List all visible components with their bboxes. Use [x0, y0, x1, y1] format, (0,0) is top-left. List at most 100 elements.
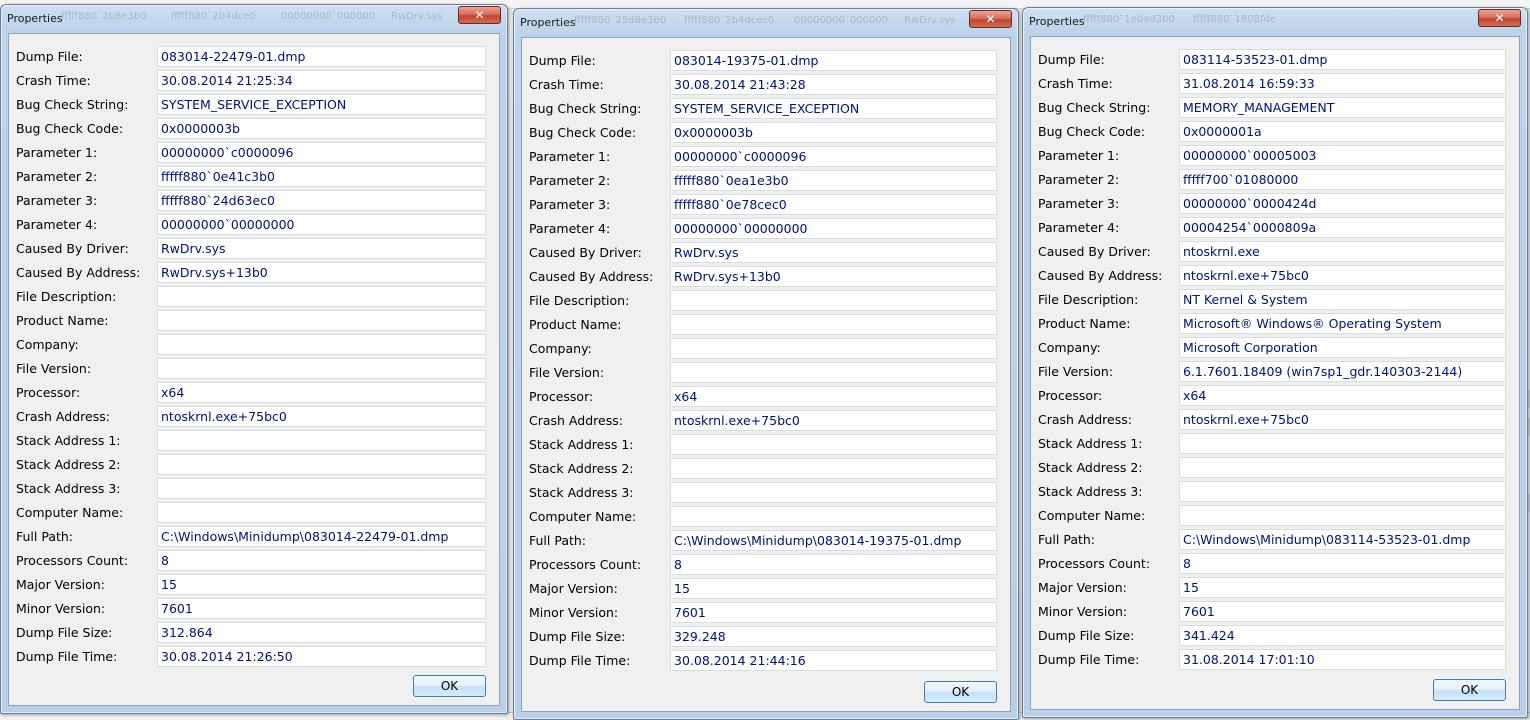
property-value-field[interactable]: 8 — [670, 554, 997, 575]
property-value-field[interactable]: 00000000`00000000 — [157, 214, 486, 235]
property-value-field[interactable]: Microsoft® Windows® Operating System — [1179, 313, 1506, 334]
property-value-field[interactable]: Microsoft Corporation — [1179, 337, 1506, 358]
property-value-field[interactable]: 30.08.2014 21:25:34 — [157, 70, 486, 91]
property-value-field[interactable]: 30.08.2014 21:43:28 — [670, 74, 997, 95]
property-value-field[interactable]: x64 — [1179, 385, 1506, 406]
property-value-field[interactable]: 7601 — [157, 598, 486, 619]
property-label: Stack Address 3: — [529, 485, 634, 500]
close-button[interactable]: ✕ — [458, 6, 501, 24]
property-value-field[interactable] — [1179, 457, 1506, 478]
property-value-field[interactable]: RwDrv.sys — [670, 242, 997, 263]
property-value-field[interactable]: 6.1.7601.18409 (win7sp1_gdr.140303-2144) — [1179, 361, 1506, 382]
property-value-field[interactable] — [157, 334, 486, 355]
ok-button[interactable]: OK — [1433, 679, 1506, 701]
property-value-field[interactable]: fffff700`01080000 — [1179, 169, 1506, 190]
property-value-field[interactable] — [670, 458, 997, 479]
property-value-field[interactable]: 31.08.2014 17:01:10 — [1179, 649, 1506, 670]
property-value-field[interactable] — [670, 338, 997, 359]
property-value-field[interactable] — [1179, 433, 1506, 454]
property-value-field[interactable]: ntoskrnl.exe+75bc0 — [1179, 265, 1506, 286]
property-value-field[interactable]: SYSTEM_SERVICE_EXCEPTION — [157, 94, 486, 115]
property-value-field[interactable] — [670, 506, 997, 527]
property-row: Parameter 4: 00000000`00000000 — [522, 218, 1010, 239]
property-value-field[interactable]: RwDrv.sys — [157, 238, 486, 259]
property-value-field[interactable] — [1179, 505, 1506, 526]
property-row: Computer Name: — [9, 502, 499, 523]
property-label: Parameter 4: — [16, 217, 98, 232]
property-value-field[interactable]: ntoskrnl.exe — [1179, 241, 1506, 262]
property-value-field[interactable] — [670, 362, 997, 383]
property-value-field[interactable]: 083114-53523-01.dmp — [1179, 49, 1506, 70]
property-value-field[interactable]: 7601 — [670, 602, 997, 623]
property-value-field[interactable]: 00000000`c0000096 — [670, 146, 997, 167]
property-value-field[interactable]: ntoskrnl.exe+75bc0 — [157, 406, 486, 427]
property-value-field[interactable]: x64 — [670, 386, 997, 407]
property-value-field[interactable]: RwDrv.sys+13b0 — [157, 262, 486, 283]
property-value-field[interactable]: 00000000`00005003 — [1179, 145, 1506, 166]
property-value-field[interactable]: 083014-22479-01.dmp — [157, 46, 486, 67]
close-button[interactable]: ✕ — [1478, 9, 1521, 27]
property-value-field[interactable]: 00000000`00000000 — [670, 218, 997, 239]
property-value-field[interactable]: 312.864 — [157, 622, 486, 643]
property-value-field[interactable]: 0x0000001a — [1179, 121, 1506, 142]
property-value-field[interactable]: 0x0000003b — [157, 118, 486, 139]
property-value-field[interactable]: ntoskrnl.exe+75bc0 — [1179, 409, 1506, 430]
property-value-field[interactable]: 8 — [1179, 553, 1506, 574]
property-value-field[interactable]: 341.424 — [1179, 625, 1506, 646]
property-value-field[interactable] — [670, 482, 997, 503]
property-label: File Description: — [1038, 292, 1139, 307]
property-value-field[interactable]: 7601 — [1179, 601, 1506, 622]
property-value-field[interactable]: 31.08.2014 16:59:33 — [1179, 73, 1506, 94]
property-value-field[interactable] — [670, 314, 997, 335]
property-value-field[interactable]: RwDrv.sys+13b0 — [670, 266, 997, 287]
property-value-field[interactable]: 30.08.2014 21:26:50 — [157, 646, 486, 667]
property-value-field[interactable] — [157, 478, 486, 499]
property-row: Stack Address 3: — [522, 482, 1010, 503]
property-value-field[interactable] — [1179, 481, 1506, 502]
title-bar[interactable]: fffff880`1ebad3b0 fffff880`1808fde Propert… — [1023, 8, 1527, 34]
property-row: Processor: x64 — [9, 382, 499, 403]
property-value-field[interactable] — [670, 290, 997, 311]
close-button[interactable]: ✕ — [969, 10, 1012, 28]
property-value-field[interactable] — [157, 310, 486, 331]
title-bar[interactable]: fffff880`25d8e3b0 fffff880`2b4dcec0 000000… — [514, 9, 1018, 35]
property-row: Dump File Size: 312.864 — [9, 622, 499, 643]
property-value-field[interactable] — [157, 430, 486, 451]
property-value-field[interactable] — [670, 434, 997, 455]
ok-button[interactable]: OK — [924, 681, 997, 703]
property-value-field[interactable]: fffff880`0e78cec0 — [670, 194, 997, 215]
property-value-field[interactable]: fffff880`0ea1e3b0 — [670, 170, 997, 191]
property-value-field[interactable]: 00004254`0000809a — [1179, 217, 1506, 238]
property-value-field[interactable]: 15 — [157, 574, 486, 595]
property-value-field[interactable]: 0x0000003b — [670, 122, 997, 143]
property-value-field[interactable]: ntoskrnl.exe+75bc0 — [670, 410, 997, 431]
property-value-field[interactable] — [157, 502, 486, 523]
dialog-title: Properties — [7, 12, 63, 25]
property-value-field[interactable] — [157, 454, 486, 475]
property-value-field[interactable]: C:\Windows\Minidump\083014-19375-01.dmp — [670, 530, 997, 551]
property-row: Minor Version: 7601 — [1031, 601, 1519, 622]
property-value-field[interactable]: fffff880`0e41c3b0 — [157, 166, 486, 187]
property-value-field[interactable]: 15 — [670, 578, 997, 599]
property-value-field[interactable]: x64 — [157, 382, 486, 403]
property-value-field[interactable]: 329.248 — [670, 626, 997, 647]
property-value-field[interactable]: MEMORY_MANAGEMENT — [1179, 97, 1506, 118]
property-value-field[interactable]: NT Kernel & System — [1179, 289, 1506, 310]
property-value-field[interactable] — [157, 358, 486, 379]
property-value-field[interactable]: 15 — [1179, 577, 1506, 598]
property-row: Computer Name: — [1031, 505, 1519, 526]
property-value-field[interactable]: C:\Windows\Minidump\083014-22479-01.dmp — [157, 526, 486, 547]
ok-button[interactable]: OK — [413, 675, 486, 697]
property-value-field[interactable]: 00000000`0000424d — [1179, 193, 1506, 214]
property-value-field[interactable]: 083014-19375-01.dmp — [670, 50, 997, 71]
property-value-field[interactable] — [157, 286, 486, 307]
background-window-text: fffff880`2b4dcec0 — [684, 15, 775, 26]
property-value-field[interactable]: 30.08.2014 21:44:16 — [670, 650, 997, 671]
property-value-field[interactable]: 8 — [157, 550, 486, 571]
property-row: Computer Name: — [522, 506, 1010, 527]
property-value-field[interactable]: 00000000`c0000096 — [157, 142, 486, 163]
property-value-field[interactable]: C:\Windows\Minidump\083114-53523-01.dmp — [1179, 529, 1506, 550]
title-bar[interactable]: fffff880`2b8e3b0 fffff880`2b4dce0 00000000… — [1, 5, 507, 31]
property-value-field[interactable]: SYSTEM_SERVICE_EXCEPTION — [670, 98, 997, 119]
property-value-field[interactable]: fffff880`24d63ec0 — [157, 190, 486, 211]
